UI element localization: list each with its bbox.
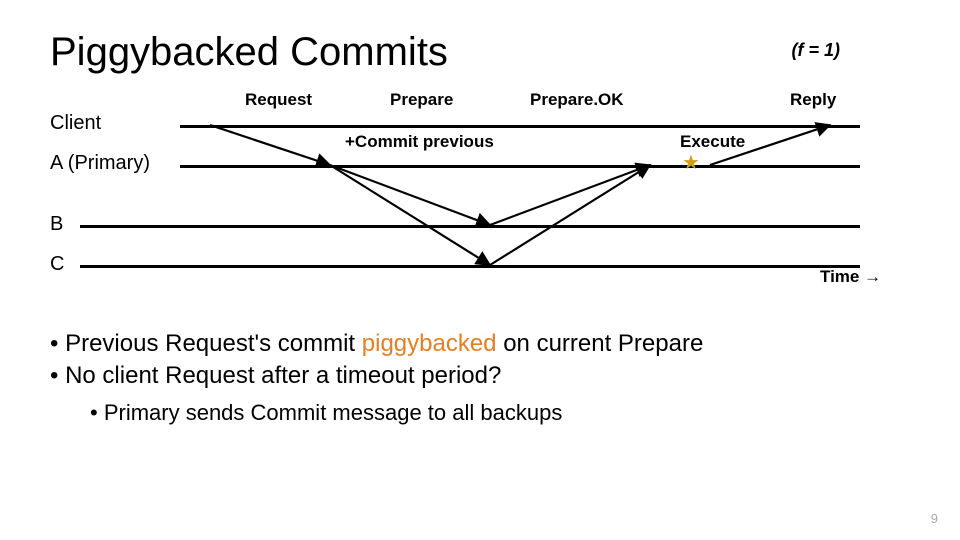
f-equation: (f = 1) — [791, 40, 840, 61]
bullet-list: • Previous Request's commit piggybacked … — [50, 330, 703, 430]
sequence-diagram: Request Prepare Prepare.OK Reply Client … — [50, 90, 910, 290]
bullet-1-pre: Previous Request's commit — [65, 330, 362, 357]
bullet-2-sub: • Primary sends Commit message to all ba… — [90, 400, 703, 426]
bullet-2-text: No client Request after a timeout period… — [65, 362, 501, 389]
page-number: 9 — [931, 511, 938, 526]
bullet-1: • Previous Request's commit piggybacked … — [50, 330, 703, 358]
bullet-2: • No client Request after a timeout peri… — [50, 362, 703, 390]
bullet-1-piggy: piggybacked — [362, 330, 497, 357]
bullet-1-post: on current Prepare — [497, 330, 704, 357]
bullet-2-sub-text: Primary sends Commit message to all back… — [104, 400, 563, 425]
message-arrows — [50, 90, 910, 290]
slide: Piggybacked Commits (f = 1) Request Prep… — [0, 0, 960, 540]
page-title: Piggybacked Commits — [50, 30, 910, 75]
